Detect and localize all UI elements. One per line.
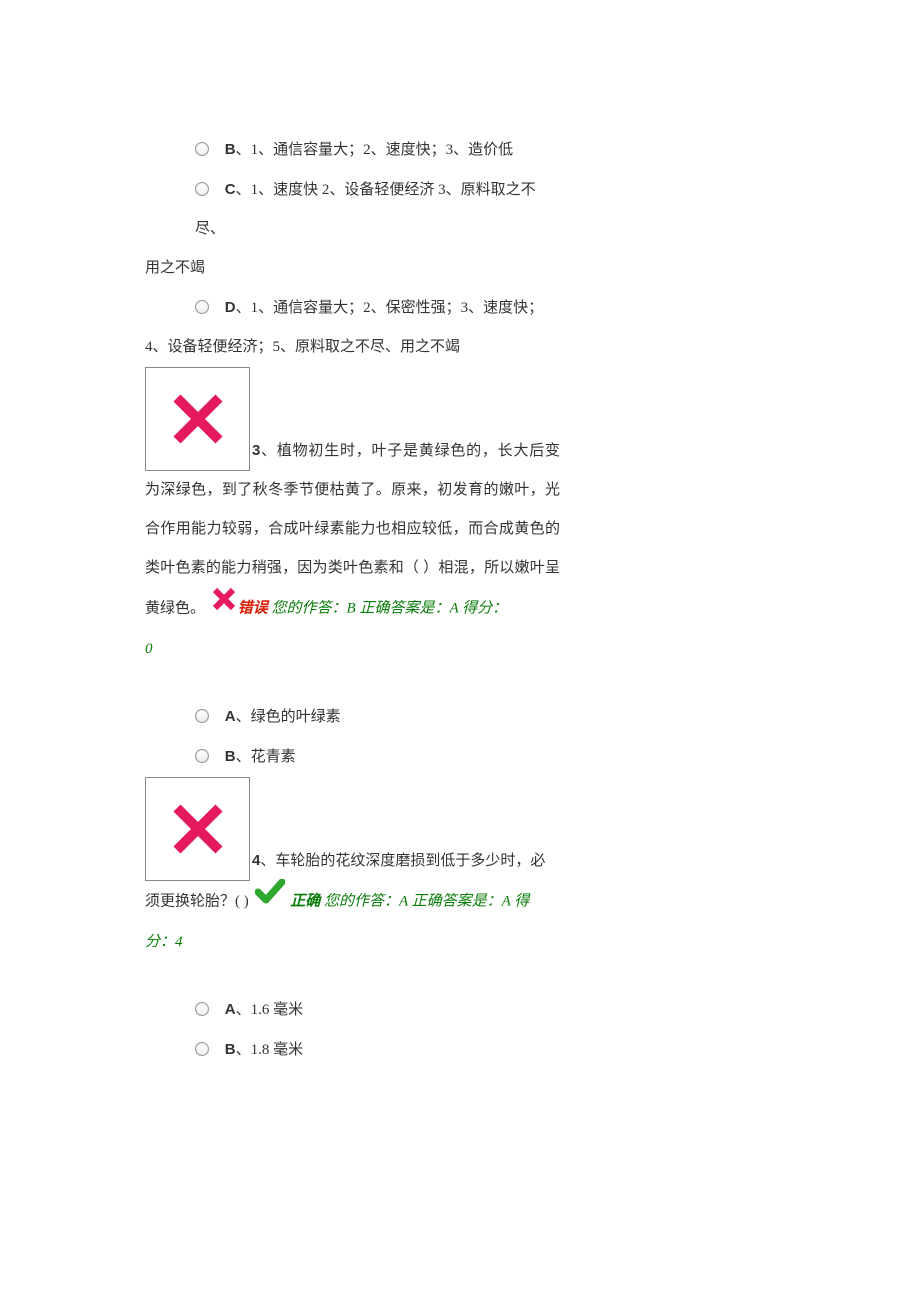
feedback-text: 您的作答：A 正确答案是：A 得 (320, 893, 529, 909)
radio-icon (195, 142, 209, 156)
radio-icon (195, 709, 209, 723)
q4-option-b[interactable]: B、1.8 毫米 (195, 1030, 560, 1070)
option-text: 、1、通信容量大；2、保密性强；3、速度快； (236, 300, 544, 316)
question-stem-rest: 为深绿色，到了秋冬季节便枯黄了。原来，初发育的嫩叶，光合作用能力较弱，合成叶绿素… (145, 482, 560, 616)
wrong-label: 错误 (238, 600, 268, 616)
radio-icon (195, 1042, 209, 1056)
option-letter: B (225, 141, 236, 158)
q4-option-a[interactable]: A、1.6 毫米 (195, 990, 560, 1030)
question-4-block: 4、车轮胎的花纹深度磨损到低于多少时，必 须更换轮胎？( ) 正确 您的作答：A… (145, 777, 560, 962)
option-letter: C (225, 181, 236, 198)
correct-label: 正确 (290, 893, 320, 909)
option-text: 、1、通信容量大；2、速度快；3、造价低 (236, 142, 514, 158)
cross-box-icon (145, 777, 250, 881)
option-text: 、1.8 毫米 (236, 1042, 304, 1058)
cross-box-icon (145, 367, 250, 471)
option-letter: B (225, 1041, 236, 1058)
q3-option-a[interactable]: A、绿色的叶绿素 (195, 697, 560, 737)
radio-icon (195, 749, 209, 763)
question-stem-line1: 、车轮胎的花纹深度磨损到低于多少时，必 (260, 853, 545, 869)
option-text: 、绿色的叶绿素 (236, 709, 341, 725)
radio-icon (195, 1002, 209, 1016)
option-c[interactable]: C、1、速度快 2、设备轻便经济 3、原料取之不尽、 (195, 170, 560, 249)
feedback-text: 您的作答：B 正确答案是：A 得分： (268, 600, 507, 616)
check-icon (255, 879, 285, 921)
question-3-block: 3、植物初生时，叶子是黄绿色的，长大后变 为深绿色，到了秋冬季节便枯黄了。原来，… (145, 367, 560, 669)
option-text: 、1、速度快 2、设备轻便经济 3、原料取之不尽、 (195, 182, 536, 237)
option-b[interactable]: B、1、通信容量大；2、速度快；3、造价低 (195, 130, 560, 170)
option-letter: A (225, 1001, 236, 1018)
question-stem-line1: 、植物初生时，叶子是黄绿色的，长大后变 (260, 443, 560, 459)
cross-icon (211, 586, 237, 628)
feedback-score: 0 (145, 641, 153, 657)
feedback-score: 分：4 (145, 934, 183, 950)
option-d[interactable]: D、1、通信容量大；2、保密性强；3、速度快； (195, 288, 560, 328)
option-text: 、花青素 (236, 749, 296, 765)
question-stem-rest: 须更换轮胎？( ) (145, 893, 249, 909)
option-letter: A (225, 708, 236, 725)
option-text: 、1.6 毫米 (236, 1002, 304, 1018)
radio-icon (195, 182, 209, 196)
option-letter: B (225, 748, 236, 765)
q3-option-b[interactable]: B、花青素 (195, 737, 560, 777)
option-d-tail: 4、设备轻便经济；5、原料取之不尽、用之不竭 (145, 328, 560, 367)
option-c-tail: 用之不竭 (145, 249, 560, 288)
option-letter: D (225, 299, 236, 316)
radio-icon (195, 300, 209, 314)
